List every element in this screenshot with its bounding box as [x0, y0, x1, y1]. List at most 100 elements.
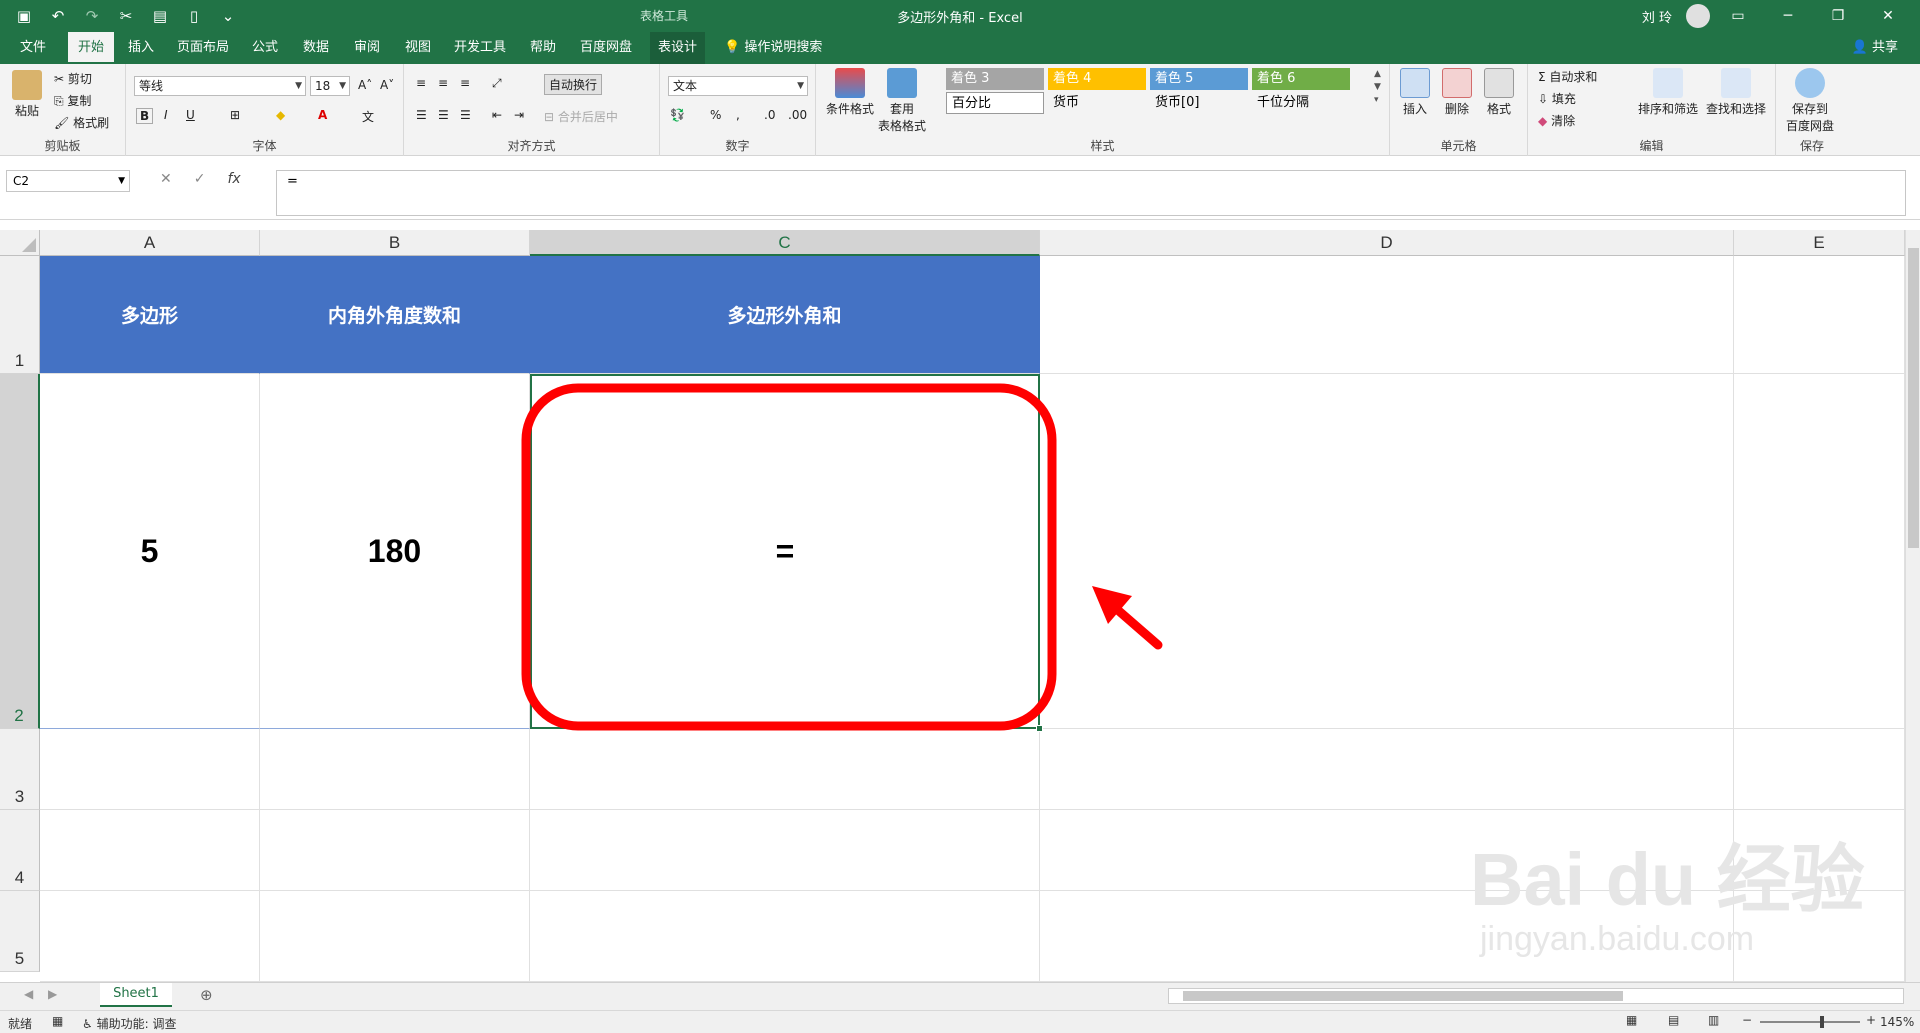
save-to-netdisk-button[interactable]: 保存到 百度网盘: [1786, 68, 1834, 134]
font-size-select[interactable]: 18 ▼: [310, 76, 350, 96]
gallery-scroll[interactable]: ▲ ▼ ▾: [1374, 68, 1381, 107]
minimize-icon[interactable]: ─: [1766, 8, 1810, 24]
page-break-view-icon[interactable]: ▥: [1708, 1013, 1719, 1027]
decrease-indent-icon[interactable]: ⇤: [492, 108, 502, 122]
align-center-icon[interactable]: ☰: [438, 108, 449, 122]
normal-view-icon[interactable]: ▦: [1626, 1013, 1637, 1027]
decrease-decimal-icon[interactable]: .00: [788, 108, 807, 122]
cancel-icon[interactable]: ✕: [160, 171, 172, 187]
cut-button[interactable]: ✂ 剪切: [54, 70, 92, 87]
editing-group-label: 编辑: [1639, 139, 1664, 153]
underline-button[interactable]: U: [186, 108, 195, 122]
prev-sheet-icon[interactable]: ◀: [24, 987, 33, 1001]
bold-button[interactable]: B: [136, 108, 154, 124]
copy-button[interactable]: ⎘ 复制: [54, 92, 91, 109]
tab-review[interactable]: 审阅: [350, 32, 384, 64]
ribbon-display-icon[interactable]: ▭: [1716, 8, 1760, 24]
formula-input[interactable]: =: [276, 170, 1906, 216]
tab-data[interactable]: 数据: [299, 32, 333, 64]
autosum-button[interactable]: Σ 自动求和: [1538, 68, 1597, 85]
cell-style-item[interactable]: 着色 3: [946, 68, 1044, 90]
cell-style-item[interactable]: 百分比: [946, 92, 1044, 114]
enter-icon[interactable]: ✓: [194, 171, 206, 187]
horizontal-scrollbar[interactable]: [1168, 988, 1904, 1004]
restore-icon[interactable]: ❐: [1816, 8, 1860, 24]
zoom-level[interactable]: 145%: [1880, 1015, 1914, 1029]
insert-function-icon[interactable]: fx: [227, 171, 240, 187]
increase-indent-icon[interactable]: ⇥: [514, 108, 524, 122]
orientation-icon[interactable]: ⤢: [492, 76, 502, 91]
format-cells-button[interactable]: 格式: [1484, 68, 1514, 117]
insert-cells-button[interactable]: 插入: [1400, 68, 1430, 117]
tell-me-search[interactable]: 💡 操作说明搜索: [720, 32, 826, 64]
align-bottom-icon[interactable]: ≡: [460, 76, 470, 90]
format-painter-button[interactable]: 🖌 格式刷: [54, 114, 109, 131]
cell-style-item[interactable]: 货币[0]: [1150, 92, 1248, 114]
wrap-text-button[interactable]: 自动换行: [544, 74, 603, 95]
font-name-select[interactable]: 等线 ▼: [134, 76, 306, 96]
add-sheet-icon[interactable]: ⊕: [200, 986, 213, 1004]
share-button[interactable]: 👤 共享: [1852, 32, 1898, 64]
align-top-icon[interactable]: ≡: [416, 76, 426, 90]
cell-style-item[interactable]: 货币: [1048, 92, 1146, 114]
cell-style-item[interactable]: 着色 4: [1048, 68, 1146, 90]
zoom-out-icon[interactable]: −: [1742, 1013, 1752, 1027]
tab-formulas[interactable]: 公式: [248, 32, 282, 64]
accessibility-status[interactable]: ♿ 辅助功能: 调查: [82, 1015, 176, 1032]
align-middle-icon[interactable]: ≡: [438, 76, 448, 90]
fill-button[interactable]: ⇩ 填充: [1538, 90, 1576, 107]
format-as-table-button[interactable]: 套用 表格格式: [878, 68, 926, 134]
zoom-in-icon[interactable]: +: [1866, 1013, 1876, 1027]
name-box[interactable]: C2 ▼: [6, 170, 130, 192]
status-ready: 就绪: [8, 1017, 33, 1031]
find-select-button[interactable]: 查找和选择: [1706, 68, 1766, 117]
tab-developer[interactable]: 开发工具: [450, 32, 510, 64]
merge-center-button[interactable]: ⊟ 合并后居中: [544, 108, 618, 125]
number-group-label: 数字: [725, 139, 750, 153]
tab-help[interactable]: 帮助: [526, 32, 560, 64]
currency-icon[interactable]: 💱: [670, 108, 685, 122]
page-layout-view-icon[interactable]: ▤: [1668, 1013, 1679, 1027]
font-color-icon[interactable]: A: [318, 108, 327, 122]
sheet-tab-sheet1[interactable]: Sheet1: [100, 983, 172, 1007]
person-icon: 👤: [1851, 40, 1868, 55]
tab-home[interactable]: 开始: [68, 32, 115, 64]
vertical-scrollbar[interactable]: [1905, 230, 1920, 982]
tab-insert[interactable]: 插入: [124, 32, 158, 64]
tab-view[interactable]: 视图: [401, 32, 435, 64]
horizontal-scroll-thumb[interactable]: [1183, 991, 1623, 1001]
avatar[interactable]: [1686, 4, 1710, 28]
cell-style-item[interactable]: 着色 5: [1150, 68, 1248, 90]
clear-button[interactable]: ◆ 清除: [1538, 112, 1575, 129]
align-right-icon[interactable]: ☰: [460, 108, 471, 122]
increase-decimal-icon[interactable]: .0: [764, 108, 775, 122]
zoom-slider[interactable]: [1760, 1016, 1860, 1028]
tab-baidu-netdisk[interactable]: 百度网盘: [576, 32, 636, 64]
cell-style-item[interactable]: 千位分隔: [1252, 92, 1350, 114]
delete-cells-button[interactable]: 删除: [1442, 68, 1472, 117]
fill-color-icon[interactable]: ◆: [276, 108, 285, 122]
paste-button[interactable]: 粘贴: [12, 70, 42, 119]
border-icon[interactable]: ⊞: [230, 108, 240, 122]
macro-record-icon[interactable]: ▦: [52, 1014, 63, 1028]
close-icon[interactable]: ✕: [1866, 8, 1910, 24]
shrink-font-icon[interactable]: A˅: [380, 78, 394, 92]
next-sheet-icon[interactable]: ▶: [48, 987, 57, 1001]
tab-file[interactable]: 文件: [16, 32, 50, 64]
grow-font-icon[interactable]: A˄: [358, 78, 372, 92]
percent-button[interactable]: %: [710, 108, 721, 122]
italic-button[interactable]: I: [164, 108, 168, 122]
zoom-slider-thumb[interactable]: [1820, 1016, 1824, 1028]
comma-button[interactable]: ,: [736, 108, 740, 122]
user-name[interactable]: 刘 玲: [1642, 7, 1672, 26]
tab-table-design[interactable]: 表设计: [650, 32, 706, 64]
copy-label: 复制: [67, 94, 92, 108]
vertical-scroll-thumb[interactable]: [1908, 248, 1919, 548]
align-left-icon[interactable]: ☰: [416, 108, 427, 122]
phonetic-icon[interactable]: 文: [362, 108, 374, 125]
number-format-select[interactable]: 文本 ▼: [668, 76, 808, 96]
cell-style-item[interactable]: 着色 6: [1252, 68, 1350, 90]
tab-page-layout[interactable]: 页面布局: [173, 32, 233, 64]
sort-filter-button[interactable]: 排序和筛选: [1638, 68, 1698, 117]
conditional-format-button[interactable]: 条件格式: [826, 68, 874, 117]
